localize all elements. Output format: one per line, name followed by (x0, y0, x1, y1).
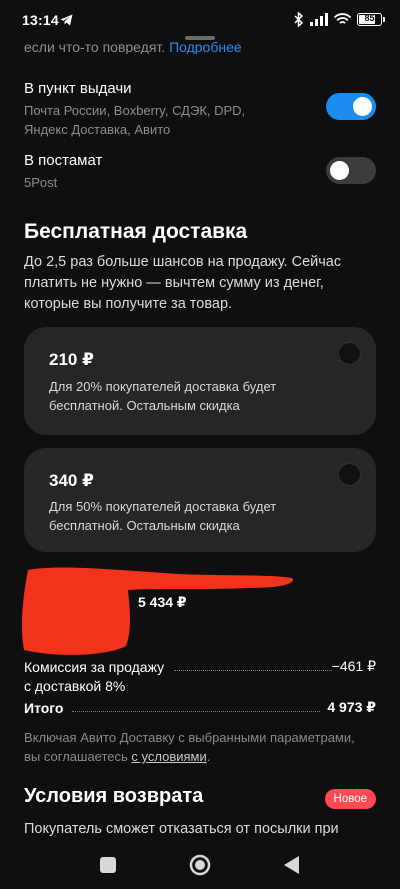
wifi-icon (334, 13, 351, 24)
free-delivery-title: Бесплатная доставка (24, 220, 248, 243)
option-parcel-locker[interactable]: В постамат 5Post (24, 152, 376, 192)
more-link[interactable]: Подробнее (169, 40, 242, 54)
option-subtitle: Почта России, Boxberry, СДЭК, DPD, Яндек… (24, 103, 246, 137)
status-time: 13:14 (22, 12, 59, 28)
parcel-locker-toggle[interactable] (326, 157, 376, 184)
option-subtitle: 5Post (24, 175, 58, 190)
terms-link[interactable]: с условиями (131, 749, 206, 764)
free-delivery-card-340[interactable]: 340 ₽ Для 50% покупателей доставка будет… (24, 448, 376, 552)
free-delivery-card-210[interactable]: 210 ₽ Для 20% покупателей доставка будет… (24, 327, 376, 435)
received-amount: 5 434 ₽ (138, 594, 187, 610)
total-row: Итого 4 973 ₽ (24, 699, 376, 716)
card-description: Для 20% покупателей доставка будет беспл… (49, 379, 277, 413)
return-terms-title: Условия возврата (24, 785, 204, 807)
battery-icon: 85 (357, 13, 385, 26)
back-icon[interactable] (284, 856, 300, 874)
return-terms-text: Покупатель сможет отказаться от посылки … (24, 821, 339, 837)
scrolled-text: если что-то повредят. Подробнее (24, 40, 242, 54)
card-price: 340 ₽ (49, 471, 94, 490)
commission-value: −461 ₽ (331, 658, 376, 674)
telegram-icon (60, 14, 73, 26)
commission-row: Комиссия за продажу с доставкой 8% −461 … (24, 658, 376, 694)
new-badge: Новое (324, 789, 376, 809)
card-price: 210 ₽ (49, 350, 94, 369)
recents-icon[interactable] (100, 857, 116, 873)
agreement-text: Включая Авито Доставку с выбранными пара… (24, 730, 355, 764)
battery-level: 85 (364, 13, 375, 23)
option-title: В пункт выдачи (24, 80, 132, 97)
option-title: В постамат (24, 152, 103, 169)
total-value: 4 973 ₽ (327, 699, 376, 715)
signal-icon (310, 13, 328, 26)
free-delivery-description: До 2,5 раз больше шансов на продажу. Сей… (24, 254, 342, 312)
option-pickup-point[interactable]: В пункт выдачи Почта России, Boxberry, С… (24, 80, 376, 139)
card-description: Для 50% покупателей доставка будет беспл… (49, 499, 277, 533)
radio-button[interactable] (338, 342, 361, 365)
bluetooth-icon (294, 12, 304, 27)
radio-button[interactable] (338, 463, 361, 486)
system-nav-bar (0, 838, 400, 889)
home-icon[interactable] (189, 854, 211, 876)
pickup-point-toggle[interactable] (326, 93, 376, 120)
